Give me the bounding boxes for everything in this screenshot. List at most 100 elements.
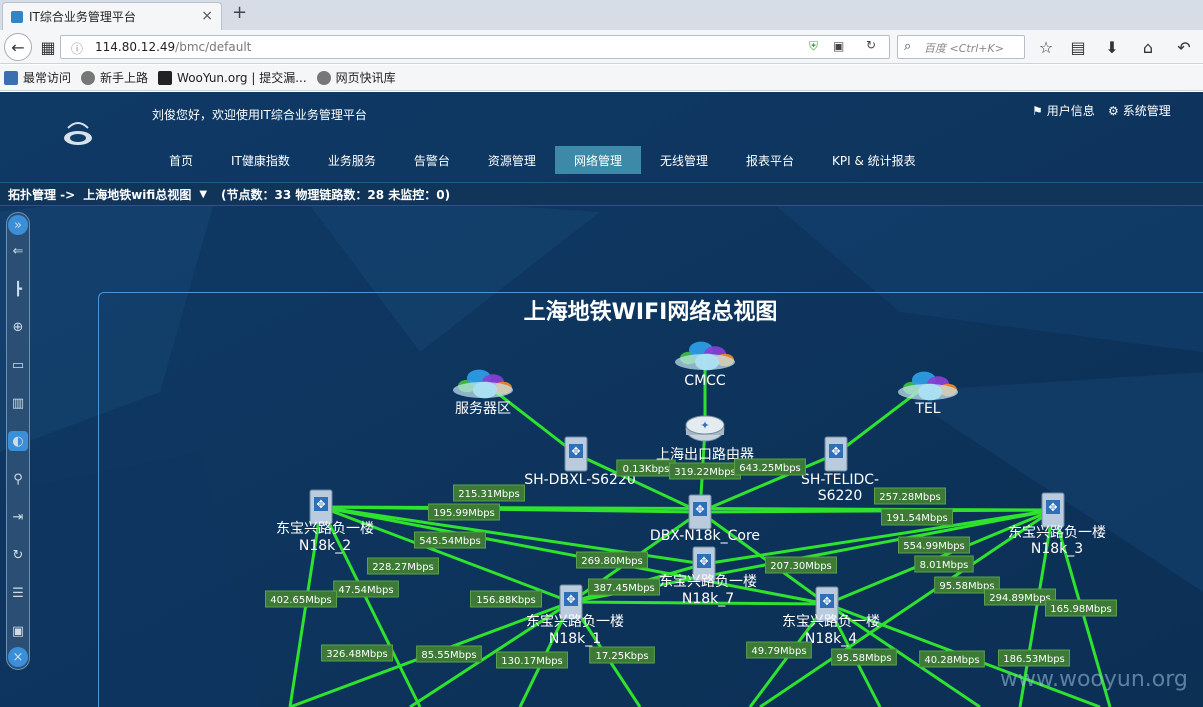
shield-icon[interactable]: ⛨ — [809, 39, 818, 54]
svg-text:40.28Mbps: 40.28Mbps — [924, 655, 979, 666]
node-label: 服务器区 — [455, 401, 511, 417]
bandwidth-label: 215.31Mbps — [453, 484, 525, 502]
star-icon[interactable]: ☆ — [1034, 35, 1058, 59]
node-label: S6220 — [818, 488, 863, 504]
bookmark-item[interactable]: 网页快讯库 — [316, 69, 396, 86]
bandwidth-label: 257.28Mbps — [874, 487, 946, 505]
svg-text:191.54Mbps: 191.54Mbps — [886, 513, 948, 524]
link-line[interactable] — [699, 508, 1054, 514]
info-icon[interactable]: ⓘ — [71, 40, 83, 57]
bandwidth-label: 554.99Mbps — [898, 536, 970, 554]
bandwidth-label: 545.54Mbps — [414, 531, 486, 549]
node-label: N18k_2 — [299, 538, 351, 554]
bandwidth-label: 228.27Mbps — [367, 557, 439, 575]
node-label: SH-TELIDC- — [801, 472, 879, 488]
svg-text:165.98Mbps: 165.98Mbps — [1050, 604, 1112, 615]
bandwidth-label: 40.28Mbps — [919, 650, 985, 668]
svg-text:207.30Mbps: 207.30Mbps — [770, 561, 832, 572]
svg-text:326.48Mbps: 326.48Mbps — [326, 649, 388, 660]
search-icon: ⌕ — [904, 39, 912, 54]
node-n3-switch-icon[interactable]: ✥ — [1041, 492, 1065, 528]
download-icon[interactable]: ⬇ — [1100, 35, 1124, 59]
bandwidth-label: 195.99Mbps — [428, 503, 500, 521]
node-label: TEL — [914, 401, 940, 417]
search-input[interactable]: ⌕ 百度 <Ctrl+K> — [897, 35, 1025, 59]
back-button[interactable]: ← — [4, 33, 32, 61]
svg-text:85.55Mbps: 85.55Mbps — [421, 650, 476, 661]
svg-text:554.99Mbps: 554.99Mbps — [903, 541, 965, 552]
node-telidc-switch-icon[interactable]: ✥ — [824, 436, 848, 472]
svg-text:✥: ✥ — [571, 445, 580, 458]
history-icon[interactable]: ▦ — [36, 35, 60, 59]
wooyun-icon — [158, 70, 173, 85]
svg-text:95.58Mbps: 95.58Mbps — [836, 653, 891, 664]
bandwidth-label: 294.89Mbps — [984, 588, 1056, 606]
bandwidth-label: 17.25Kbps — [589, 646, 655, 664]
browser-tab[interactable]: IT综合业务管理平台 × — [2, 2, 222, 30]
url-path: /bmc/default — [175, 40, 252, 54]
node-label: 东宝兴路负一楼 — [1008, 525, 1106, 541]
node-label: N18k_3 — [1031, 541, 1083, 557]
bandwidth-label: 0.13Kbps — [616, 459, 676, 477]
bandwidth-label: 186.53Mbps — [998, 649, 1070, 667]
undo-icon[interactable]: ↶ — [1172, 35, 1196, 59]
node-cmcc-cloud-icon[interactable] — [675, 341, 735, 371]
svg-text:49.79Mbps: 49.79Mbps — [751, 646, 806, 657]
app-window: 刘俊您好，欢迎使用IT综合业务管理平台 ⚑ 用户信息 ⚙ 系统管理 首页 IT健康指… — [0, 92, 1203, 707]
svg-text:47.54Mbps: 47.54Mbps — [338, 585, 393, 596]
svg-text:215.31Mbps: 215.31Mbps — [458, 489, 520, 500]
svg-text:0.13Kbps: 0.13Kbps — [623, 464, 670, 475]
node-label: 东宝兴路负一楼 — [659, 574, 757, 590]
svg-text:✥: ✥ — [699, 555, 708, 568]
bandwidth-label: 326.48Mbps — [321, 644, 393, 662]
bookmark-item[interactable]: 最常访问 — [4, 69, 71, 86]
page-favicon-icon — [11, 10, 23, 23]
qr-icon[interactable]: ▣ — [833, 39, 844, 53]
bandwidth-label: 95.58Mbps — [831, 648, 897, 666]
bookmark-item[interactable]: WooYun.org | 提交漏... — [158, 69, 307, 86]
node-label: 东宝兴路负一楼 — [782, 614, 880, 630]
bandwidth-label: 8.01Mbps — [914, 555, 974, 573]
svg-text:✥: ✥ — [822, 595, 831, 608]
tab-title: IT综合业务管理平台 — [29, 10, 136, 24]
svg-text:✦: ✦ — [700, 419, 709, 432]
bandwidth-label: 402.65Mbps — [265, 590, 337, 608]
bandwidth-label: 643.25Mbps — [734, 458, 806, 476]
svg-text:✥: ✥ — [1048, 501, 1057, 514]
node-n2-switch-icon[interactable]: ✥ — [309, 489, 333, 525]
globe-icon — [81, 70, 96, 85]
svg-text:186.53Mbps: 186.53Mbps — [1003, 654, 1065, 665]
new-tab-button[interactable]: + — [232, 2, 247, 23]
bookmark-icon — [4, 70, 18, 85]
url-bar[interactable]: ⓘ 114.80.12.49/bmc/default ⛨ ▣ ↻ — [60, 35, 890, 59]
bandwidth-label: 269.80Mbps — [576, 551, 648, 569]
bookmark-item[interactable]: 新手上路 — [81, 69, 148, 86]
search-placeholder: 百度 <Ctrl+K> — [924, 42, 1004, 55]
svg-text:✥: ✥ — [566, 593, 575, 606]
bandwidth-label: 191.54Mbps — [881, 508, 953, 526]
node-label: DBX-N18k_Core — [650, 528, 760, 544]
url-host: 114.80.12.49 — [95, 40, 176, 54]
svg-text:269.80Mbps: 269.80Mbps — [581, 556, 643, 567]
bandwidth-label: 387.45Mbps — [588, 578, 660, 596]
node-srv-cloud-icon[interactable] — [453, 369, 513, 399]
svg-text:387.45Mbps: 387.45Mbps — [593, 583, 655, 594]
node-label: 东宝兴路负一楼 — [276, 521, 374, 537]
bandwidth-label: 165.98Mbps — [1045, 599, 1117, 617]
svg-text:402.65Mbps: 402.65Mbps — [270, 595, 332, 606]
node-label: N18k_4 — [805, 631, 857, 647]
node-router-router-icon[interactable]: ✦ — [685, 415, 725, 442]
node-dbxl-switch-icon[interactable]: ✥ — [564, 436, 588, 472]
reading-list-icon[interactable]: ▤ — [1066, 35, 1090, 59]
bandwidth-label: 319.22Mbps — [669, 462, 741, 480]
bandwidth-label: 85.55Mbps — [416, 645, 482, 663]
node-tel-cloud-icon[interactable] — [898, 371, 958, 401]
tab-close-icon[interactable]: × — [201, 8, 213, 24]
home-icon[interactable]: ⌂ — [1136, 35, 1160, 59]
browser-tab-bar: IT综合业务管理平台 × + — [0, 0, 1203, 30]
svg-text:545.54Mbps: 545.54Mbps — [419, 536, 481, 547]
svg-text:8.01Mbps: 8.01Mbps — [920, 560, 969, 571]
node-core-switch-icon[interactable]: ✥ — [688, 494, 712, 530]
svg-text:156.88Kbps: 156.88Kbps — [476, 595, 535, 606]
reload-icon[interactable]: ↻ — [866, 38, 876, 52]
